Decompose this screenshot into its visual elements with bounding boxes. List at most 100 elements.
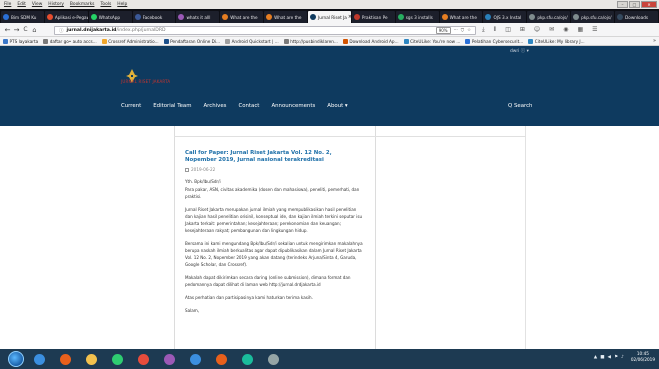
browser-tab[interactable]: What are the [220,11,264,23]
browser-tab[interactable]: Bim SDM Ku [1,11,44,23]
bookmark-item[interactable]: http://pusbindiklaren... [283,38,338,44]
address-bar[interactable]: ⓘ jurnal.dnijakarta.id /index.php/jurnal… [54,26,476,35]
taskbar-app-button[interactable] [158,351,180,367]
browser-tab[interactable]: pkp.sfu.ca/ojs/ [571,11,615,23]
taskbar-app-button[interactable] [236,351,258,367]
clock[interactable]: 10:45 02/06/2019 [631,351,655,363]
tab-label: OJS 3.x Instal [493,14,522,20]
menu-help[interactable]: Help [117,2,127,7]
bookmark-item[interactable]: Download Android Ap... [342,38,399,44]
taskbar-app-button[interactable] [184,351,206,367]
tab-bar: Bim SDM Ku Aplikasi e-Pegaw WhatsApp Facebo… [0,9,659,23]
announcement-title[interactable]: Call for Paper: Jurnal Riset Jakarta Vol… [185,150,365,164]
toolbar-icon[interactable]: ☺ [534,25,540,35]
bookmark-item[interactable]: CiteULike: You're now ... [403,38,460,44]
article-paragraph: Atas perhatian dan partisipasinya kami h… [185,295,313,300]
minimize-button[interactable]: – [617,1,628,8]
menu-view[interactable]: View [32,2,42,7]
nav-current[interactable]: Current [121,103,141,109]
taskbar-app-button[interactable] [106,351,128,367]
bookmark-item[interactable]: PTS layakarta [3,38,38,44]
article-paragraph: Salam, [185,308,200,313]
page-actions-button[interactable]: ··· [454,28,458,33]
browser-tab[interactable]: What are the [439,11,483,23]
toolbar-icon[interactable]: ◫ [505,25,511,35]
tab-favicon-icon [353,14,360,20]
browser-tab[interactable]: OJS 3.x Instal [483,11,527,23]
tab-favicon-icon [529,14,536,20]
browser-tab[interactable]: Jurnal Riset Ja × [308,11,351,23]
tray-volume-icon[interactable]: ♪ [621,355,624,360]
reload-button[interactable]: C [21,25,30,35]
start-button[interactable] [8,351,24,367]
bookmark-item[interactable]: Android Quickstart | ... [225,38,279,44]
nav-about[interactable]: About ▾ [327,103,347,109]
toolbar-icon[interactable]: ▦ [577,25,583,35]
taskbar-app-button[interactable] [28,351,50,367]
nav-editorial-team[interactable]: Editorial Team [153,103,191,109]
tab-label: pkp.sfu.ca/ojs/ [537,14,568,20]
nav-announcements[interactable]: Announcements [271,103,315,109]
bookmark-label: Crossref Administratio... [108,38,159,44]
menu-file[interactable]: File [4,2,11,7]
pocket-icon[interactable]: ⛉ [461,28,464,34]
tray-flag-icon[interactable]: ⚑ [614,355,618,360]
taskbar-app-button[interactable] [210,351,232,367]
browser-tab[interactable]: sgs 3 installs [395,11,439,23]
browser-tab[interactable]: Praktisan Pe [351,11,395,23]
taskbar-app-button[interactable] [132,351,154,367]
nav-contact[interactable]: Contact [238,103,259,109]
app-icon [59,353,71,365]
browser-tab[interactable]: whats it alll [176,11,220,23]
toolbar-icon[interactable]: ⊞ [520,25,525,35]
taskbar-app-button[interactable] [54,351,76,367]
bookmark-item[interactable]: Pelatihan Cybersecurit... [465,38,523,44]
back-button[interactable]: ← [3,25,12,35]
menu-tools[interactable]: Tools [100,2,111,7]
tab-label: What are the [230,14,258,20]
browser-tab[interactable]: Downloads [615,11,658,23]
browser-tab[interactable]: What are the [264,11,308,23]
browser-tab[interactable]: WhatsApp [88,11,132,23]
taskbar-app-button[interactable] [80,351,102,367]
tray-network-icon[interactable]: ◀ [607,355,610,360]
menu-edit[interactable]: Edit [17,2,26,7]
close-window-button[interactable]: ✕ [641,1,657,8]
menu-bookmarks[interactable]: Bookmarks [70,2,95,7]
tab-favicon-icon [46,14,53,20]
tab-close-icon[interactable]: × [347,14,351,20]
taskbar-app-button[interactable] [262,351,284,367]
toolbar-icon[interactable]: ☰ [592,25,597,35]
app-icon [137,353,149,365]
browser-tab[interactable]: Facebook [132,11,176,23]
browser-tab[interactable]: pkp.sfu.ca/ojs/ [527,11,571,23]
forward-button[interactable]: → [12,25,21,35]
sidebar-column [376,126,526,349]
search-link[interactable]: Q Search [508,103,532,109]
user-menu[interactable]: dwri ⓘ ▾ [510,48,529,54]
menu-history[interactable]: History [48,2,64,7]
bookmark-item[interactable]: daftar go• auto accs... [43,38,97,44]
bookmark-item[interactable]: Pendaftaran Online Di... [163,38,220,44]
site-nav: Current Editorial Team Archives Contact … [121,103,348,109]
tab-favicon-icon [266,14,273,20]
bookmark-item[interactable]: CiteULike: My library J... [528,38,585,44]
bookmark-item[interactable]: Crossref Administratio... [101,38,159,44]
toolbar-icon[interactable]: ◉ [563,25,568,35]
bookmark-star-icon[interactable]: ☆ [467,28,471,33]
toolbar-icon[interactable]: ✉ [549,25,554,35]
browser-tab[interactable]: Aplikasi e-Pegaw [44,11,88,23]
bookmarks-overflow-button[interactable]: » [653,38,656,44]
zoom-level[interactable]: 90% [435,27,451,34]
bookmark-label: daftar go• auto accs... [49,38,97,44]
toolbar-icon[interactable]: ⤓ [482,25,485,35]
tab-label: WhatsApp [98,14,121,20]
toolbar-icon[interactable]: ⫴ [494,25,497,35]
bookmark-favicon-icon [283,38,289,44]
app-icon [267,353,279,365]
tray-up-icon[interactable]: ▲ [594,355,597,360]
tray-app-icon[interactable]: ■ [600,355,604,360]
nav-archives[interactable]: Archives [203,103,226,109]
home-button[interactable]: ⌂ [30,25,39,35]
maximize-button[interactable]: □ [629,1,640,8]
